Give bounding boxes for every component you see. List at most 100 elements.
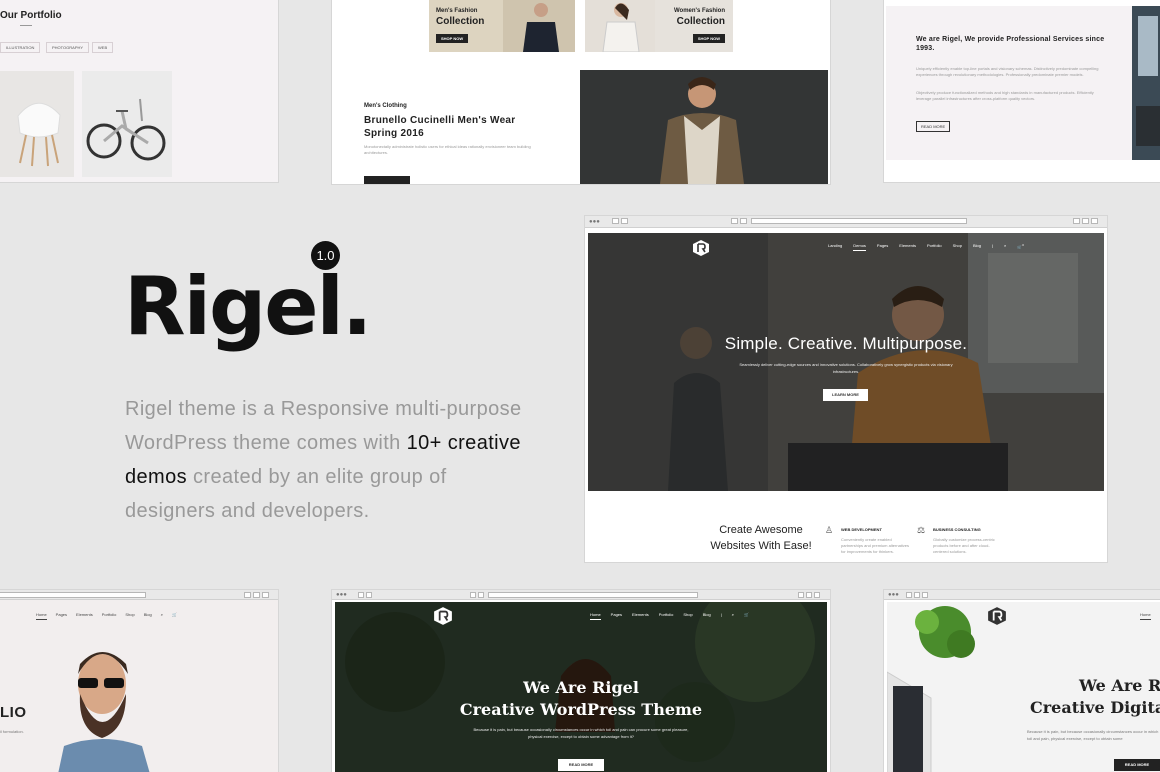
nav-demos[interactable]: Demos (853, 243, 866, 251)
bc-nav: Home Pages Elements Portfolio Shop Blog … (590, 612, 749, 620)
tab-icon[interactable] (470, 592, 476, 598)
nav-portfolio[interactable]: Portfolio (927, 243, 942, 251)
about-paragraph-2: Objectively produce functionalized metho… (916, 90, 1094, 101)
window-controls-icon[interactable]: ●●● (888, 592, 899, 598)
rigel-mark-icon[interactable] (692, 239, 710, 257)
nav-portfolio[interactable]: Portfolio (102, 612, 117, 620)
window-controls-icon[interactable]: ●●● (589, 219, 600, 225)
bl-small-text: il formulation. (0, 729, 24, 734)
nav-elements[interactable]: Elements (899, 243, 916, 251)
about-paragraph-1: Uniquely efficiently enable top-line por… (916, 66, 1099, 77)
nav-pages[interactable]: Pages (877, 243, 888, 251)
nav-elements[interactable]: Elements (632, 612, 649, 620)
share-icon[interactable] (740, 218, 747, 224)
nav-shop[interactable]: Shop (125, 612, 134, 620)
browser-toolbar-br: ●●● (884, 590, 1160, 600)
nav-home[interactable]: Home (590, 612, 601, 620)
nav-shop[interactable]: Shop (953, 243, 962, 251)
bc-read-more-button[interactable]: READ MORE (558, 759, 604, 771)
download-icon[interactable] (1082, 218, 1089, 224)
bottom-right-demo[interactable]: ●●● Home We Are Ri Creative Digita Becau… (884, 590, 1160, 772)
hero-description: Rigel theme is a Responsive multi-purpos… (125, 398, 522, 522)
menu-icon[interactable] (262, 592, 269, 598)
filter-photography[interactable]: PHOTOGRAPHY (46, 42, 90, 53)
main-demo-browser[interactable]: ●●● Landing Demos Pages Elements Portfol… (585, 216, 1107, 562)
tab-icon[interactable] (922, 592, 928, 598)
nav-forward-icon[interactable] (366, 592, 372, 598)
nav-back-icon[interactable] (358, 592, 364, 598)
portfolio-title-underline (20, 25, 32, 26)
womens-model-image (585, 0, 655, 52)
nav-back-icon[interactable] (612, 218, 619, 224)
bookmark-icon[interactable] (798, 592, 804, 598)
download-icon[interactable] (253, 592, 260, 598)
br-read-more-button[interactable]: READ MORE (1114, 759, 1160, 771)
nav-pages[interactable]: Pages (56, 612, 67, 620)
about-preview-card[interactable]: We are Rigel, We provide Professional Se… (884, 0, 1160, 182)
nav-shop[interactable]: Shop (683, 612, 692, 620)
bookmark-icon[interactable] (1073, 218, 1080, 224)
tab-icon[interactable] (731, 218, 738, 224)
address-bar[interactable] (0, 592, 146, 598)
address-bar[interactable] (488, 592, 698, 598)
mens-jacket-photo[interactable] (580, 70, 828, 184)
nav-elements[interactable]: Elements (76, 612, 93, 620)
nav-divider: | (720, 612, 722, 617)
fashion-preview-card[interactable]: Men's Fashion Collection SHOP NOW Women'… (332, 0, 830, 184)
bc-subtext: Because it is pain, but because occasion… (473, 727, 689, 739)
nav-home[interactable]: Home (36, 612, 47, 620)
nav-forward-icon[interactable] (914, 592, 920, 598)
portfolio-image-chair[interactable] (0, 71, 74, 177)
womens-fashion-banner[interactable]: Women's Fashion Collection SHOP NOW (585, 0, 733, 52)
search-icon[interactable]: ⌕ (161, 612, 163, 620)
cart-count: 0 (1022, 243, 1024, 247)
cart-icon[interactable]: 🛒 (172, 612, 177, 620)
main-nav: Landing Demos Pages Elements Portfolio S… (828, 243, 1024, 251)
person-icon: ♙ (825, 525, 834, 535)
feature-heading: Create Awesome Websites With Ease! (710, 524, 812, 552)
nav-back-icon[interactable] (906, 592, 912, 598)
share-icon[interactable] (478, 592, 484, 598)
mens-shop-button[interactable]: SHOP NOW (436, 34, 469, 43)
filter-illustration[interactable]: ILLUSTRATION (0, 42, 41, 53)
nav-landing[interactable]: Landing (828, 243, 842, 251)
browser-toolbar: ●●● (585, 216, 1107, 228)
nav-blog[interactable]: Blog (973, 243, 981, 251)
portfolio-title: Our Portfolio (0, 10, 62, 21)
mens-fashion-banner[interactable]: Men's Fashion Collection SHOP NOW (429, 0, 575, 52)
cart-icon[interactable]: 🛒0 (1017, 243, 1024, 251)
menu-icon[interactable] (1091, 218, 1098, 224)
womens-shop-button[interactable]: SHOP NOW (692, 34, 725, 43)
nav-pages[interactable]: Pages (611, 612, 622, 620)
menu-icon[interactable] (814, 592, 820, 598)
search-icon[interactable]: ⌕ (1004, 243, 1006, 251)
br-headline-2: Creative Digita (1030, 698, 1160, 717)
portfolio-image-bicycle[interactable] (82, 71, 172, 177)
window-controls-icon[interactable]: ●●● (336, 592, 347, 598)
office-photo (1132, 6, 1160, 160)
learn-more-button[interactable]: LEARN MORE (823, 389, 868, 401)
bc-hero: Home Pages Elements Portfolio Shop Blog … (335, 602, 827, 772)
search-icon[interactable]: ⌕ (732, 612, 734, 620)
portfolio-preview-card[interactable]: Our Portfolio ILLUSTRATION PHOTOGRAPHY W… (0, 0, 278, 182)
feature-business-consulting-text: Globally customize process-centric produ… (933, 537, 995, 554)
filter-web[interactable]: WEB (92, 42, 114, 53)
download-icon[interactable] (806, 592, 812, 598)
mens-clothing-button[interactable]: SHOP NOW (364, 176, 410, 184)
bottom-left-demo[interactable]: Home Pages Elements Portfolio Shop Blog … (0, 590, 278, 772)
nav-blog[interactable]: Blog (703, 612, 711, 620)
rigel-mark-icon[interactable] (987, 606, 1007, 626)
browser-toolbar-bc: ●●● (332, 590, 830, 600)
cart-icon[interactable]: 🛒 (744, 612, 749, 620)
main-subtext: Seamlessly deliver cutting-edge sources … (739, 362, 953, 374)
nav-forward-icon[interactable] (621, 218, 628, 224)
nav-portfolio[interactable]: Portfolio (659, 612, 674, 620)
bottom-center-demo[interactable]: ●●● Home Pages Elements Portfolio Shop B… (332, 590, 830, 772)
bookmark-icon[interactable] (244, 592, 251, 598)
bc-headline-2: Creative WordPress Theme (459, 700, 703, 719)
rigel-mark-icon[interactable] (433, 606, 453, 626)
nav-home[interactable]: Home (1140, 612, 1151, 620)
about-read-more-button[interactable]: READ MORE (916, 121, 951, 132)
address-bar[interactable] (751, 218, 967, 224)
nav-blog[interactable]: Blog (144, 612, 152, 620)
